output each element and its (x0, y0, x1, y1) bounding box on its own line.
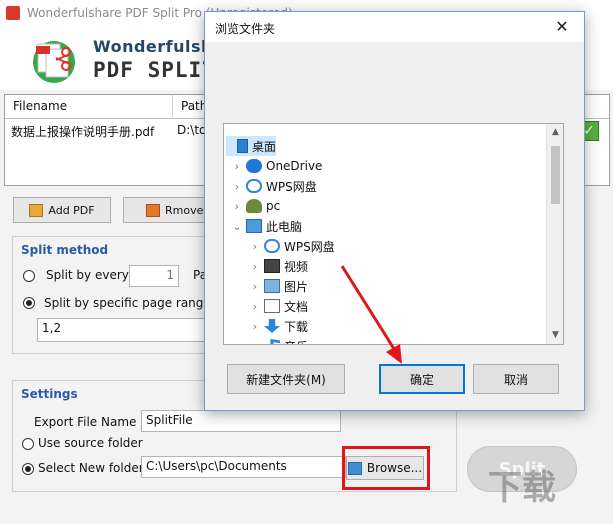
use-source-folder-radio[interactable] (22, 438, 34, 450)
annotation-arrow (340, 265, 402, 364)
remove-label: Rmove (165, 203, 204, 217)
tree-item[interactable]: › WPS网盘 (232, 176, 432, 196)
user-icon (246, 199, 262, 213)
export-file-name-input[interactable]: SplitFile (141, 410, 341, 432)
select-new-folder-radio[interactable] (22, 463, 34, 475)
cloud-icon (246, 159, 262, 173)
split-by-ranges-radio[interactable] (23, 297, 35, 309)
document-icon (264, 299, 280, 313)
scroll-down-icon[interactable]: ▼ (547, 327, 563, 344)
video-icon (264, 259, 280, 273)
chevron-right-icon[interactable]: › (250, 320, 260, 333)
export-file-name-label: Export File Name (34, 415, 137, 429)
split-by-every-label: Split by every (46, 268, 129, 282)
page-ranges-input[interactable]: 1,2 (37, 318, 211, 342)
select-new-folder-label: Select New folder (38, 461, 144, 475)
cancel-button[interactable]: 取消 (473, 364, 559, 394)
dialog-title: 浏览文件夹 (215, 22, 276, 36)
settings-title: Settings (21, 387, 78, 401)
chevron-right-icon[interactable]: › (232, 180, 242, 193)
scroll-up-icon[interactable]: ▲ (547, 124, 563, 141)
tree-item-label: 此电脑 (266, 219, 303, 234)
tree-item[interactable]: › pc (232, 196, 432, 216)
dialog-titlebar: 浏览文件夹 ✕ (205, 12, 584, 42)
brand-product: PDF SPLIT (93, 58, 216, 82)
tree-item-label: 视频 (284, 259, 309, 274)
download-icon (264, 319, 280, 333)
chevron-right-icon[interactable]: › (250, 260, 260, 273)
tree-item[interactable]: 桌面 (226, 136, 276, 156)
chevron-down-icon[interactable]: ⌄ (232, 220, 242, 233)
tree-item-label: 图片 (284, 279, 309, 294)
app-icon (6, 6, 20, 20)
add-pdf-label: Add PDF (48, 203, 95, 217)
chevron-right-icon[interactable]: › (232, 160, 242, 173)
picture-icon (264, 279, 280, 293)
tree-item-label: 文档 (284, 299, 309, 314)
cloud-outline-icon (264, 239, 280, 253)
tree-item-label: pc (266, 199, 281, 213)
split-every-input[interactable]: 1 (129, 265, 179, 287)
annotation-highlight-box (342, 446, 430, 490)
tree-item-label: 下载 (284, 319, 309, 334)
music-icon (265, 339, 280, 344)
add-pdf-button[interactable]: Add PDF (13, 197, 111, 223)
remove-button[interactable]: Rmove (123, 197, 209, 223)
split-method-title: Split method (21, 243, 109, 257)
column-header-filename[interactable]: Filename (5, 95, 173, 119)
cloud-outline-icon (246, 179, 262, 193)
chevron-right-icon[interactable]: › (232, 200, 242, 213)
tree-item-label: 音乐 (284, 338, 308, 345)
split-by-every-radio[interactable] (23, 270, 35, 282)
chevron-right-icon[interactable]: › (250, 340, 260, 345)
tree-item[interactable]: ⌄ 此电脑 (232, 216, 432, 236)
use-source-folder-label: Use source folder (38, 436, 143, 450)
chevron-right-icon[interactable]: › (250, 280, 260, 293)
add-pdf-icon (29, 203, 44, 217)
tree-item-label: WPS网盘 (284, 239, 335, 254)
watermark-text: 下载 (488, 468, 556, 508)
desktop-icon (236, 139, 248, 153)
logo-icon (33, 41, 75, 83)
chevron-right-icon[interactable]: › (250, 300, 260, 313)
tree-item-label: OneDrive (266, 159, 323, 173)
tree-item-label: 桌面 (251, 139, 276, 154)
table-cell-filename[interactable]: 数据上报操作说明手册.pdf (7, 123, 171, 143)
chevron-right-icon[interactable]: › (250, 240, 260, 253)
remove-icon (146, 203, 160, 217)
tree-item[interactable]: › OneDrive (232, 156, 432, 176)
computer-icon (246, 219, 262, 233)
tree-scrollbar[interactable]: ▲ ▼ (546, 124, 563, 344)
new-folder-button[interactable]: 新建文件夹(M) (227, 364, 345, 394)
tree-item-label: WPS网盘 (266, 179, 317, 194)
close-icon[interactable]: ✕ (547, 15, 577, 39)
split-by-ranges-label: Split by specific page ranges t (44, 296, 226, 310)
tree-item[interactable]: › WPS网盘 (250, 236, 450, 256)
folder-path-input[interactable]: C:\Users\pc\Documents (141, 456, 346, 478)
scroll-thumb[interactable] (551, 146, 560, 204)
